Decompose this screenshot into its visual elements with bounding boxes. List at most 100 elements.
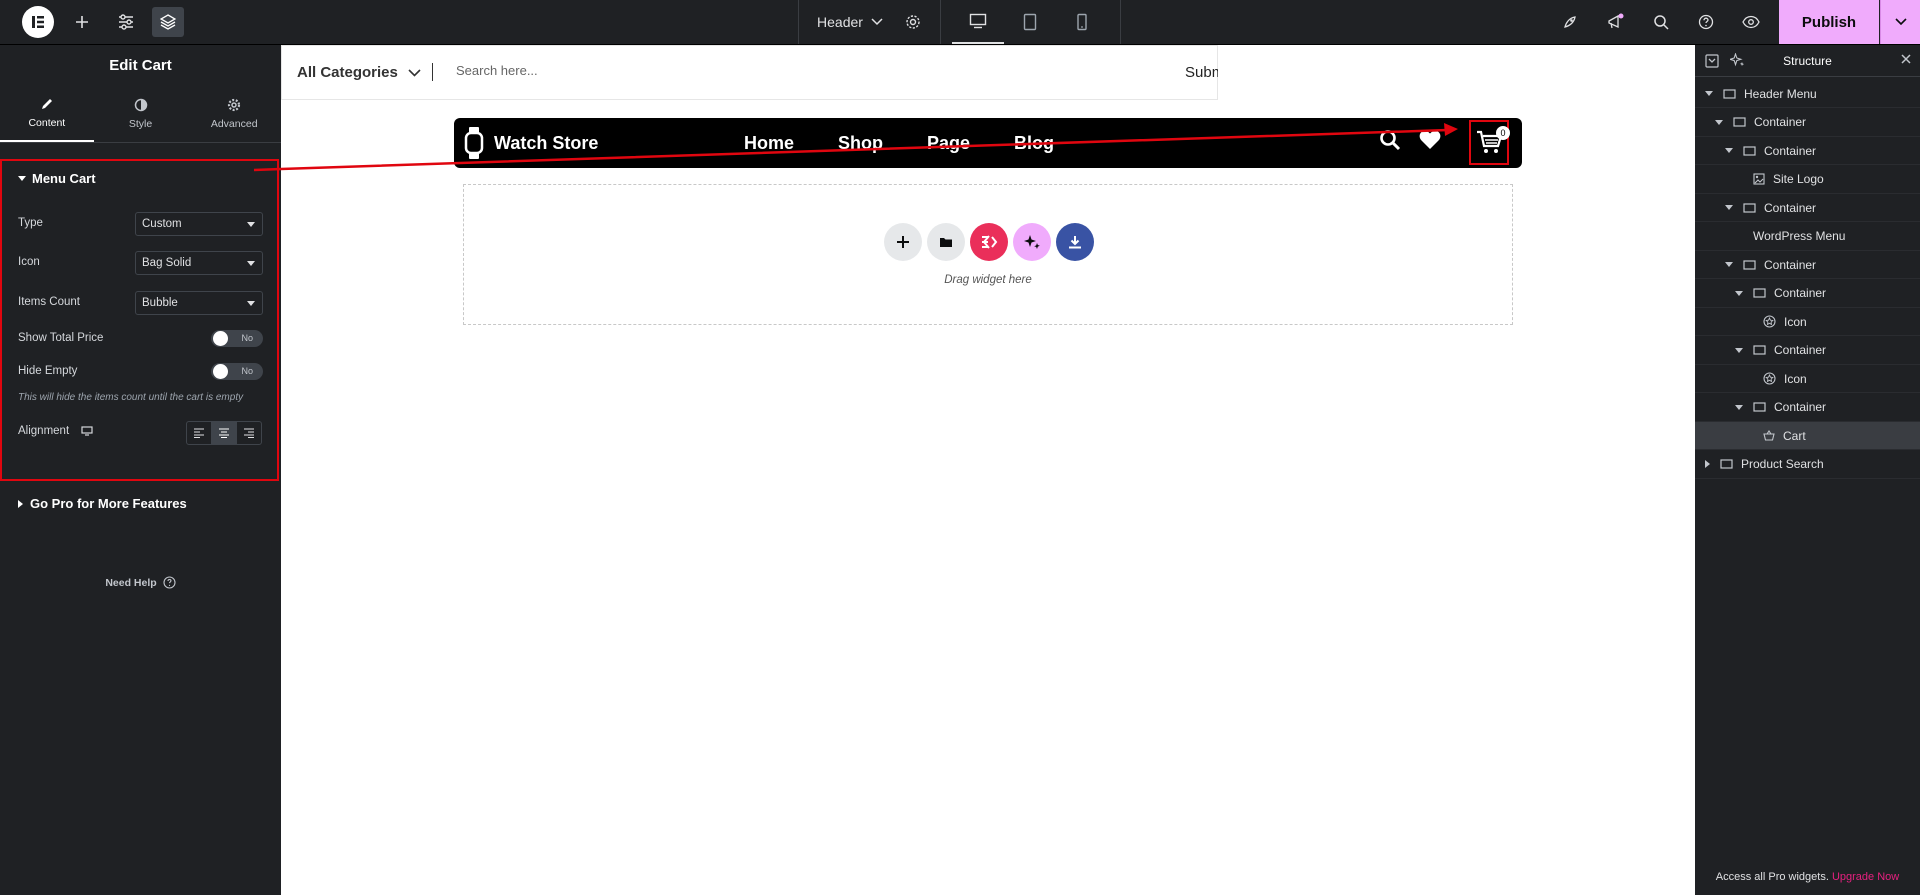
section-title: Menu Cart	[32, 171, 96, 186]
import-button[interactable]	[1056, 223, 1094, 261]
notifications-button[interactable]	[1598, 0, 1634, 44]
show-total-price-toggle[interactable]: No	[211, 330, 263, 347]
caret-down-icon	[247, 261, 255, 266]
star-circle-icon	[1763, 315, 1776, 328]
top-bar: Header Publish	[0, 0, 1920, 45]
search-button[interactable]	[1643, 0, 1679, 44]
structure-node-label: Cart	[1783, 428, 1806, 443]
add-element-button[interactable]	[66, 0, 98, 44]
caret-right-icon[interactable]	[1705, 460, 1710, 468]
caret-down-icon[interactable]	[1725, 148, 1733, 153]
tablet-view-button[interactable]	[1004, 0, 1056, 44]
mobile-view-button[interactable]	[1056, 0, 1108, 44]
structure-node[interactable]: Container	[1695, 337, 1920, 365]
toggle-knob	[213, 331, 228, 346]
chevron-down-icon	[871, 18, 883, 26]
publish-button[interactable]: Publish	[1779, 0, 1879, 44]
items-count-select[interactable]: Bubble	[135, 291, 263, 315]
nav-shop[interactable]: Shop	[838, 133, 883, 154]
cart-widget[interactable]: 0	[1469, 120, 1510, 165]
structure-node[interactable]: Container	[1695, 194, 1920, 222]
launch-button[interactable]	[1552, 0, 1588, 44]
structure-node[interactable]: Product Search	[1695, 451, 1920, 479]
tab-advanced[interactable]: Advanced	[187, 85, 281, 142]
structure-node[interactable]: WordPress Menu	[1695, 223, 1920, 251]
cart-count-badge: 0	[1496, 126, 1510, 140]
desktop-view-button[interactable]	[952, 0, 1004, 44]
caret-down-icon[interactable]	[1725, 205, 1733, 210]
divider	[1120, 0, 1121, 44]
close-button[interactable]	[1900, 53, 1912, 65]
section-gopro-toggle[interactable]: Go Pro for More Features	[18, 496, 187, 511]
category-select[interactable]: All Categories	[297, 64, 421, 81]
plus-icon	[897, 236, 909, 248]
structure-node[interactable]: Site Logo	[1695, 166, 1920, 194]
elementskit-button[interactable]	[970, 223, 1008, 261]
document-name-dropdown[interactable]: Header	[800, 0, 900, 44]
tab-label: Advanced	[210, 117, 258, 130]
need-help-link[interactable]: Need Help	[0, 576, 281, 589]
structure-node[interactable]: Container	[1695, 280, 1920, 308]
structure-node-label: Header Menu	[1744, 86, 1817, 101]
caret-down-icon[interactable]	[1725, 262, 1733, 267]
submit-button[interactable]: Submit	[1185, 64, 1218, 81]
caret-down-icon[interactable]	[1735, 404, 1743, 410]
search-input[interactable]: Search here...	[456, 63, 538, 78]
structure-node[interactable]: Container	[1695, 137, 1920, 165]
structure-footer: Access all Pro widgets. Upgrade Now	[1695, 871, 1920, 883]
document-name: Header	[817, 14, 863, 30]
tab-style[interactable]: Style	[94, 85, 188, 142]
container-icon	[1753, 288, 1766, 298]
caret-down-icon	[18, 175, 26, 181]
preview-button[interactable]	[1733, 0, 1769, 44]
divider	[798, 0, 799, 44]
ai-button[interactable]	[1013, 223, 1051, 261]
caret-down-icon[interactable]	[1735, 347, 1743, 353]
template-library-button[interactable]	[927, 223, 965, 261]
alignment-control	[186, 421, 262, 445]
align-right-button[interactable]	[237, 422, 261, 444]
structure-node[interactable]: Icon	[1695, 365, 1920, 393]
type-select[interactable]: Custom	[135, 212, 263, 236]
help-button[interactable]	[1688, 0, 1724, 44]
tab-content[interactable]: Content	[0, 85, 94, 142]
site-settings-button[interactable]	[110, 0, 142, 44]
publish-options-button[interactable]	[1880, 0, 1920, 44]
rocket-icon	[1564, 16, 1576, 28]
structure-node[interactable]: Cart	[1695, 422, 1920, 450]
header-search-icon[interactable]	[1379, 129, 1401, 151]
show-total-price-label: Show Total Price	[18, 332, 104, 344]
caret-down-icon	[247, 301, 255, 306]
upgrade-now-link[interactable]: Upgrade Now	[1832, 871, 1899, 883]
tab-label: Content	[28, 116, 66, 129]
nav-blog[interactable]: Blog	[1014, 133, 1054, 154]
structure-node[interactable]: Icon	[1695, 308, 1920, 336]
heart-icon[interactable]	[1419, 130, 1441, 150]
items-count-value: Bubble	[142, 297, 178, 309]
align-left-button[interactable]	[187, 422, 212, 444]
icon-select[interactable]: Bag Solid	[135, 251, 263, 275]
elementor-logo-button[interactable]	[0, 0, 76, 44]
drop-zone-text: Drag widget here	[944, 274, 1032, 286]
nav-page[interactable]: Page	[927, 133, 970, 154]
site-logo[interactable]: Watch Store	[464, 126, 598, 160]
caret-down-icon[interactable]	[1715, 119, 1723, 125]
document-settings-button[interactable]	[898, 0, 928, 44]
structure-node[interactable]: Container	[1695, 394, 1920, 422]
container-icon	[1723, 88, 1736, 99]
caret-down-icon[interactable]	[1735, 290, 1743, 296]
caret-down-icon[interactable]	[1705, 91, 1713, 96]
structure-node[interactable]: Container	[1695, 251, 1920, 279]
structure-node[interactable]: Header Menu	[1695, 80, 1920, 108]
structure-node-label: WordPress Menu	[1753, 229, 1846, 243]
nav-home[interactable]: Home	[744, 133, 794, 154]
editor-panel: Edit Cart Content Style Advanced Menu Ca…	[0, 45, 281, 895]
structure-button[interactable]	[152, 7, 184, 37]
structure-node-label: Icon	[1784, 314, 1807, 329]
section-menu-cart-toggle[interactable]: Menu Cart	[18, 171, 96, 186]
hide-empty-toggle[interactable]: No	[211, 363, 263, 380]
product-search-widget: All Categories Search here... Submit	[281, 45, 1218, 100]
add-section-button[interactable]	[884, 223, 922, 261]
align-center-button[interactable]	[212, 422, 237, 444]
structure-node[interactable]: Container	[1695, 109, 1920, 137]
